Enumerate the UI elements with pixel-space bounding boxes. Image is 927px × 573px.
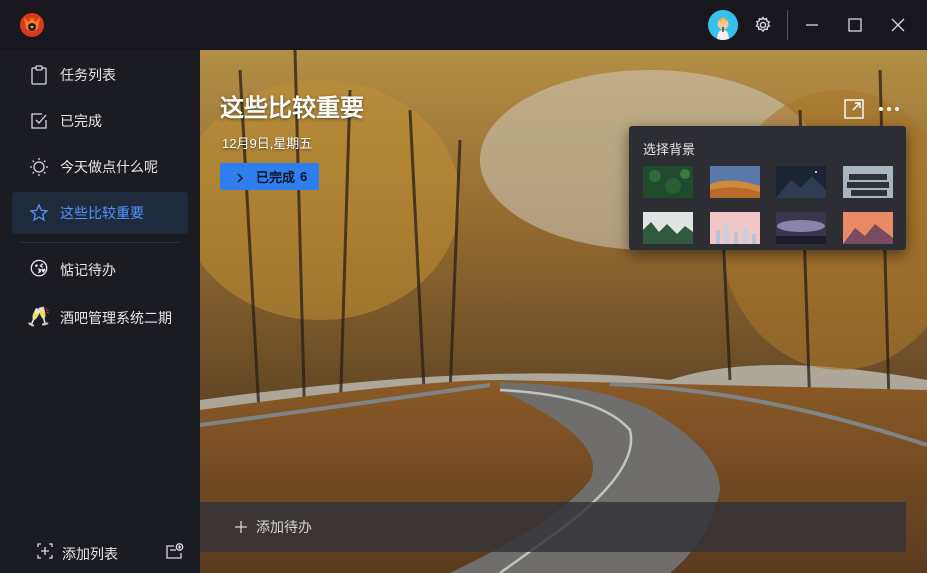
background-picker-title: 选择背景 bbox=[643, 142, 696, 157]
clipboard-icon bbox=[28, 64, 50, 86]
gear-icon[interactable] bbox=[750, 12, 776, 38]
add-task-placeholder: 添加待办 bbox=[256, 519, 312, 535]
add-list-label: 添加列表 bbox=[62, 545, 118, 562]
background-thumb-misty-forest[interactable] bbox=[643, 212, 693, 244]
completed-count: 6 bbox=[300, 169, 308, 184]
more-options-icon[interactable] bbox=[876, 97, 902, 121]
sidebar-item-today[interactable]: 今天做点什么呢 bbox=[12, 146, 188, 188]
page-title: 这些比较重要 bbox=[220, 95, 364, 122]
sidebar-list-label: 酒吧管理系统二期 bbox=[60, 310, 172, 326]
fox-logo-icon bbox=[18, 11, 46, 39]
user-avatar-icon[interactable] bbox=[708, 10, 738, 40]
add-list-button[interactable]: 添加列表 bbox=[36, 542, 118, 565]
minimize-icon[interactable] bbox=[799, 12, 825, 38]
kissing-face-icon: 😘 bbox=[29, 259, 49, 280]
sidebar-list-label: 惦记待办 bbox=[60, 262, 116, 278]
background-picker-panel: 选择背景 bbox=[629, 126, 906, 250]
background-thumb-modern-building[interactable] bbox=[843, 166, 893, 198]
background-thumb-desert-dunes[interactable] bbox=[710, 166, 760, 198]
close-icon[interactable] bbox=[885, 12, 911, 38]
add-list-icon bbox=[36, 542, 54, 565]
sidebar-list-bar-system[interactable]: 🥂 酒吧管理系统二期 bbox=[12, 297, 188, 339]
date-label: 12月9日,星期五 bbox=[222, 136, 313, 151]
background-thumb-sunset-mountains[interactable] bbox=[843, 212, 893, 244]
check-square-icon bbox=[28, 110, 50, 132]
titlebar-divider bbox=[787, 10, 788, 40]
background-thumb-purple-clouds[interactable] bbox=[776, 212, 826, 244]
add-group-icon[interactable] bbox=[164, 542, 184, 562]
completed-label: 已完成 bbox=[256, 170, 296, 185]
clinking-glasses-icon: 🥂 bbox=[27, 307, 51, 328]
add-task-input[interactable]: 添加待办 bbox=[200, 502, 906, 552]
sidebar-item-important[interactable]: 这些比较重要 bbox=[12, 192, 188, 234]
sidebar-item-label: 今天做点什么呢 bbox=[60, 159, 158, 175]
sidebar: 任务列表 已完成 今天做点什么呢 这些比较重要 😘 惦记待办 🥂 酒吧管理系统二… bbox=[0, 50, 200, 573]
sidebar-item-completed[interactable]: 已完成 bbox=[12, 100, 188, 142]
title-bar bbox=[0, 0, 927, 50]
chevron-right-icon bbox=[234, 171, 246, 183]
sidebar-item-label: 已完成 bbox=[60, 113, 102, 129]
background-thumb-forest-aerial[interactable] bbox=[643, 166, 693, 198]
background-thumb-night-mountains[interactable] bbox=[776, 166, 826, 198]
completed-toggle-button[interactable]: 已完成 6 bbox=[220, 163, 319, 190]
maximize-icon[interactable] bbox=[842, 12, 868, 38]
sidebar-item-label: 这些比较重要 bbox=[60, 205, 144, 221]
sidebar-item-tasks[interactable]: 任务列表 bbox=[12, 54, 188, 96]
sidebar-divider bbox=[20, 242, 180, 243]
main-content: 这些比较重要 12月9日,星期五 已完成 6 选择背景 添加待办 bbox=[200, 50, 927, 573]
sun-icon bbox=[28, 156, 50, 178]
plus-icon bbox=[234, 520, 248, 534]
sidebar-item-label: 任务列表 bbox=[60, 67, 116, 83]
sidebar-list-reminders[interactable]: 😘 惦记待办 bbox=[12, 249, 188, 291]
star-icon bbox=[28, 202, 50, 224]
expand-icon[interactable] bbox=[842, 97, 866, 121]
background-thumb-pink-city[interactable] bbox=[710, 212, 760, 244]
